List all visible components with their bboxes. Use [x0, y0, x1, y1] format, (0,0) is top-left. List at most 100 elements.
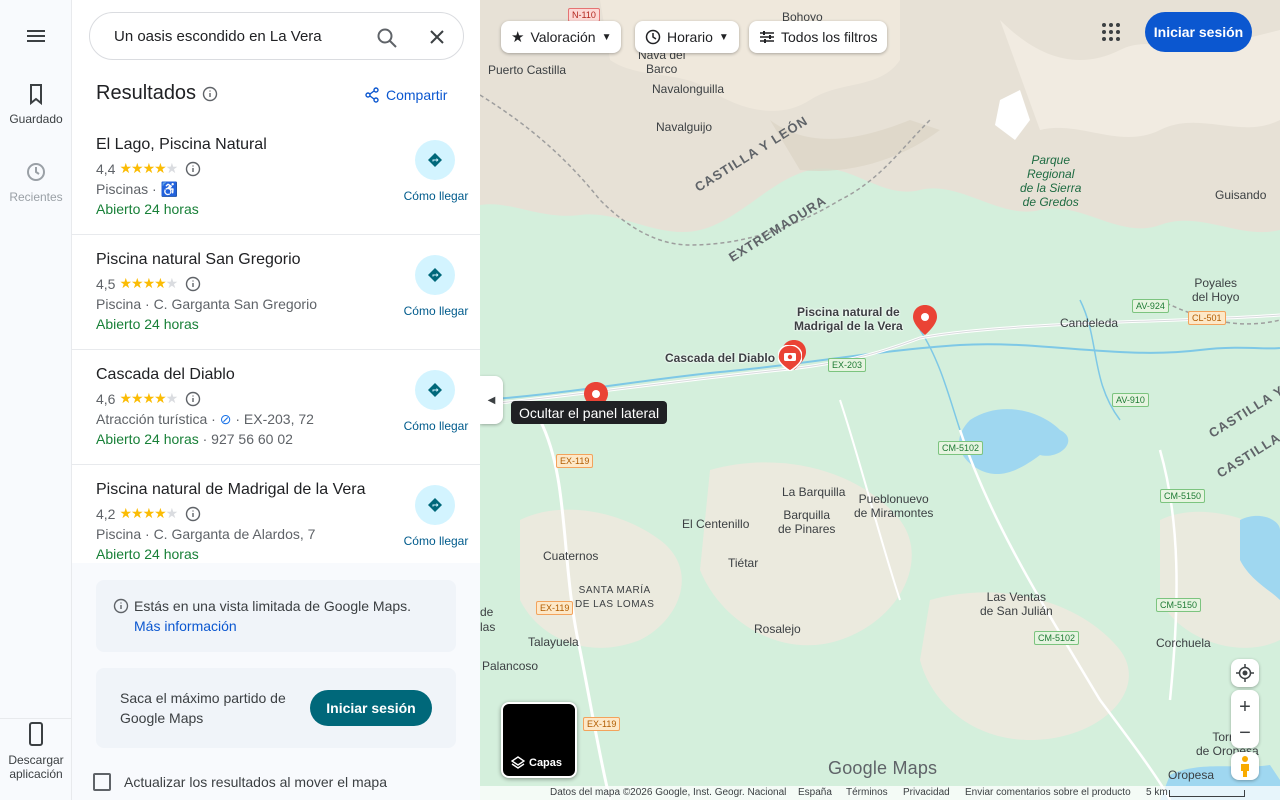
directions-button[interactable] [415, 255, 455, 295]
recent-button[interactable]: Recientes [0, 160, 72, 204]
place-label[interactable]: Puerto Castilla [488, 63, 566, 77]
update-results-label[interactable]: Actualizar los resultados al mover el ma… [124, 774, 387, 790]
collapse-panel-button[interactable]: ◀ [480, 376, 503, 424]
poi-label[interactable]: Cascada del Diablo [665, 351, 775, 365]
layers-icon [511, 756, 525, 769]
place-label[interactable]: Palancoso [482, 659, 538, 673]
apps-grid-icon[interactable] [1100, 21, 1122, 43]
privacy-link[interactable]: Privacidad [903, 787, 950, 798]
directions-label[interactable]: Cómo llegar [388, 304, 480, 318]
zoom-out-button[interactable]: − [1239, 721, 1251, 745]
rating-filter-chip[interactable]: ★ Valoración ▼ [501, 21, 622, 53]
star-rating: ★★★★★ [119, 160, 178, 176]
place-label[interactable]: El Centenillo [682, 517, 749, 531]
results-title: Resultados [96, 82, 197, 104]
road-shield: CM-5150 [1156, 598, 1202, 612]
signin-button[interactable]: Iniciar sesión [1145, 12, 1252, 52]
result-name[interactable]: Cascada del Diablo [96, 366, 235, 384]
place-label[interactable]: La Barquilla [782, 485, 845, 499]
place-label[interactable]: Navalguijo [656, 120, 712, 134]
directions-button[interactable] [415, 485, 455, 525]
saved-button[interactable]: Guardado [0, 82, 72, 126]
map-data-attribution[interactable]: Datos del mapa ©2026 Google, Inst. Geogr… [550, 787, 786, 798]
park-label[interactable]: Parque Regional de la Sierra de Gredos [1020, 153, 1081, 209]
download-app-button[interactable]: Descargar aplicación [0, 718, 72, 781]
directions-label[interactable]: Cómo llegar [388, 534, 480, 548]
place-label[interactable]: Barquilla de Pinares [778, 508, 835, 536]
place-label[interactable]: Rosalejo [754, 622, 801, 636]
place-label[interactable]: las [480, 620, 495, 634]
camera-pin-icon[interactable] [778, 345, 802, 371]
info-icon[interactable] [185, 391, 201, 407]
road-shield: EX-119 [536, 601, 574, 615]
terms-link[interactable]: Términos [846, 787, 888, 798]
result-item[interactable]: Piscina natural San Gregorio 4,5 ★★★★★ P… [72, 235, 480, 350]
result-item[interactable]: El Lago, Piscina Natural 4,4 ★★★★★ Pisci… [72, 120, 480, 235]
country-link[interactable]: España [798, 787, 832, 798]
directions-icon [428, 383, 442, 397]
result-phone: · 927 56 60 02 [202, 431, 293, 447]
hours-chip-label: Horario [667, 29, 713, 45]
directions-label[interactable]: Cómo llegar [388, 189, 480, 203]
hours-filter-chip[interactable]: Horario ▼ [635, 21, 739, 53]
place-label[interactable]: Las Ventas de San Julián [980, 590, 1053, 618]
result-name[interactable]: Piscina natural San Gregorio [96, 251, 301, 269]
place-label[interactable]: Pueblonuevo de Miramontes [854, 492, 933, 520]
info-icon[interactable] [202, 86, 218, 102]
directions-button[interactable] [415, 140, 455, 180]
layers-button[interactable]: Capas [501, 702, 577, 778]
result-rating: 4,2 ★★★★★ [96, 505, 201, 522]
crosshair-icon [1236, 664, 1254, 682]
result-category: Piscina · C. Garganta de Alardos, 7 [96, 526, 316, 542]
info-icon [113, 598, 129, 614]
filters-chip-label: Todos los filtros [781, 29, 878, 45]
result-rating: 4,6 ★★★★★ [96, 390, 201, 407]
signin-promo: Saca el máximo partido de Google Maps In… [96, 668, 456, 748]
place-label[interactable]: Corchuela [1156, 636, 1211, 650]
download-label: Descargar aplicación [8, 753, 64, 781]
result-item[interactable]: Cascada del Diablo 4,6 ★★★★★ Atracción t… [72, 350, 480, 465]
tooltip: Ocultar el panel lateral [511, 401, 668, 424]
update-results-checkbox[interactable] [93, 773, 111, 791]
feedback-link[interactable]: Enviar comentarios sobre el producto [965, 787, 1131, 798]
recent-label: Recientes [9, 190, 63, 204]
notice-text: Estás en una vista limitada de Google Ma… [134, 598, 412, 614]
star-icon: ★ [511, 29, 525, 46]
my-location-button[interactable] [1231, 659, 1259, 687]
directions-button[interactable] [415, 370, 455, 410]
place-label[interactable]: Talayuela [528, 635, 579, 649]
street-view-pegman[interactable] [1231, 752, 1259, 780]
result-name[interactable]: El Lago, Piscina Natural [96, 136, 267, 154]
all-filters-chip[interactable]: Todos los filtros [749, 21, 888, 53]
place-label[interactable]: Cuaternos [543, 549, 598, 563]
info-icon[interactable] [185, 276, 201, 292]
place-label[interactable]: Tiétar [728, 556, 758, 570]
place-label[interactable]: de [480, 605, 493, 619]
scale-label[interactable]: 5 km [1146, 787, 1168, 798]
close-icon[interactable] [428, 28, 446, 46]
zoom-in-button[interactable]: + [1239, 693, 1251, 721]
map-pin-icon[interactable] [913, 305, 937, 335]
zoom-controls: + − [1231, 690, 1259, 748]
poi-label[interactable]: Piscina natural de Madrigal de la Vera [794, 305, 903, 333]
place-label[interactable]: Navalonguilla [652, 82, 724, 96]
road-shield: CM-5150 [1160, 489, 1206, 503]
search-input[interactable]: Un oasis escondido en La Vera [114, 28, 322, 45]
promo-signin-button[interactable]: Iniciar sesión [310, 690, 432, 726]
place-label[interactable]: Oropesa [1168, 768, 1214, 782]
place-label[interactable]: Guisando [1215, 188, 1266, 202]
menu-icon[interactable] [24, 26, 48, 46]
search-icon[interactable] [376, 27, 398, 49]
place-label[interactable]: SANTA MARÍA DE LAS LOMAS [575, 584, 654, 612]
place-label[interactable]: Poyales del Hoyo [1192, 276, 1239, 304]
map-canvas[interactable]: Bohoyo Nava del Barco Puerto Castilla Na… [480, 0, 1280, 800]
info-icon[interactable] [185, 506, 201, 522]
directions-label[interactable]: Cómo llegar [388, 419, 480, 433]
road-shield: CM-5102 [1034, 631, 1080, 645]
share-button[interactable]: Compartir [364, 87, 447, 103]
place-label[interactable]: Candeleda [1060, 316, 1118, 330]
search-box[interactable]: Un oasis escondido en La Vera [89, 12, 464, 60]
result-name[interactable]: Piscina natural de Madrigal de la Vera [96, 481, 366, 499]
info-icon[interactable] [185, 161, 201, 177]
more-info-link[interactable]: Más información [134, 618, 237, 634]
